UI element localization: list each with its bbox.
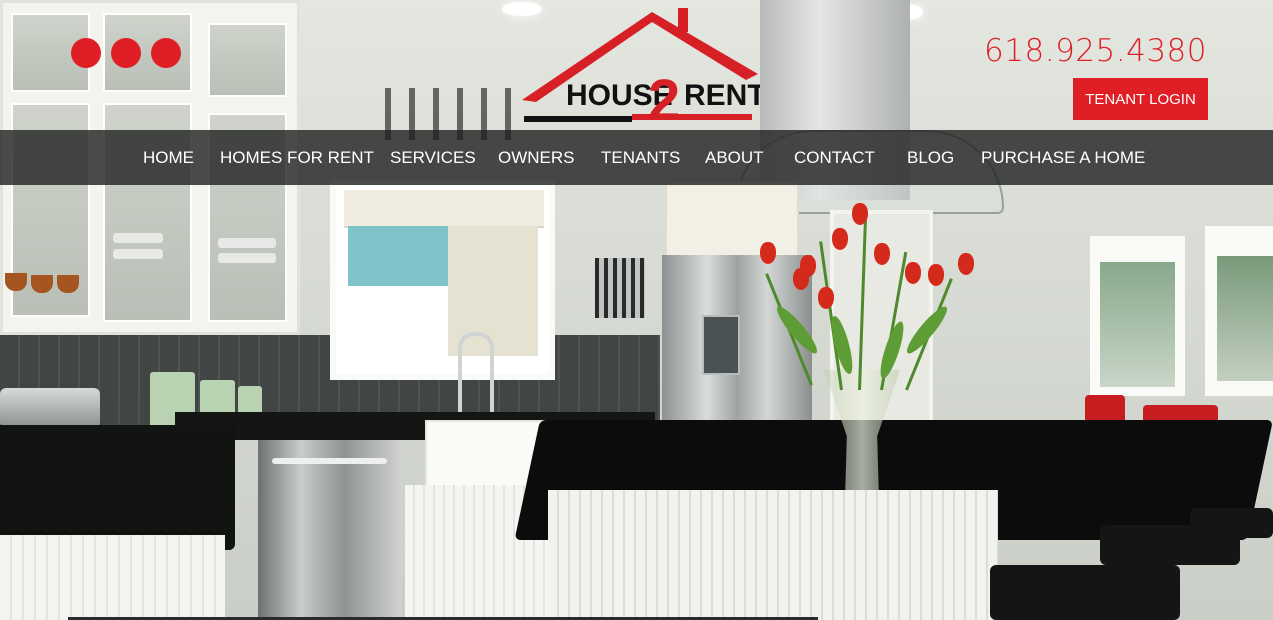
knife-rack [595, 258, 645, 318]
toaster [0, 388, 100, 428]
tulip [818, 287, 834, 309]
refrigerator [662, 255, 812, 445]
menu-dot[interactable] [111, 38, 141, 68]
nav-item-blog[interactable]: BLOG [907, 130, 954, 185]
faucet [458, 332, 494, 416]
menu-dot[interactable] [71, 38, 101, 68]
main-nav: HOME HOMES FOR RENT SERVICES OWNERS TENA… [0, 130, 1273, 185]
tulip [760, 242, 776, 264]
dishwasher [258, 440, 401, 620]
tulip [874, 243, 890, 265]
nav-item-purchase-a-home[interactable]: PURCHASE A HOME [981, 130, 1145, 185]
countertop [0, 425, 235, 550]
tulip [793, 268, 809, 290]
decor-dots [71, 38, 181, 68]
svg-text:2: 2 [648, 68, 680, 128]
bar-stool [1190, 508, 1273, 538]
side-window [1090, 236, 1185, 396]
bar-stool [990, 565, 1180, 620]
nav-item-homes-for-rent[interactable]: HOMES FOR RENT [220, 130, 374, 185]
svg-text:RENT: RENT [684, 79, 760, 112]
nav-item-owners[interactable]: OWNERS [498, 130, 575, 185]
house-roof-icon: HOUSE 2 RENT [522, 8, 760, 128]
tulip [852, 203, 868, 225]
tulip [958, 253, 974, 275]
site-logo[interactable]: HOUSE 2 RENT [520, 8, 760, 128]
menu-dot[interactable] [151, 38, 181, 68]
island-cabinet [548, 490, 998, 620]
tulip [905, 262, 921, 284]
tenant-login-button[interactable]: TENANT LOGIN [1073, 78, 1208, 120]
phone-number[interactable]: 618.925.4380 [984, 33, 1207, 69]
nav-item-tenants[interactable]: TENANTS [601, 130, 680, 185]
tulip [928, 264, 944, 286]
upper-cabinet-right [665, 180, 799, 259]
base-cabinet [0, 535, 225, 620]
kitchen-window [330, 180, 555, 380]
nav-item-services[interactable]: SERVICES [390, 130, 476, 185]
nav-item-contact[interactable]: CONTACT [794, 130, 875, 185]
nav-item-about[interactable]: ABOUT [705, 130, 764, 185]
tulip [832, 228, 848, 250]
nav-item-home[interactable]: HOME [143, 130, 194, 185]
side-window [1205, 226, 1273, 396]
